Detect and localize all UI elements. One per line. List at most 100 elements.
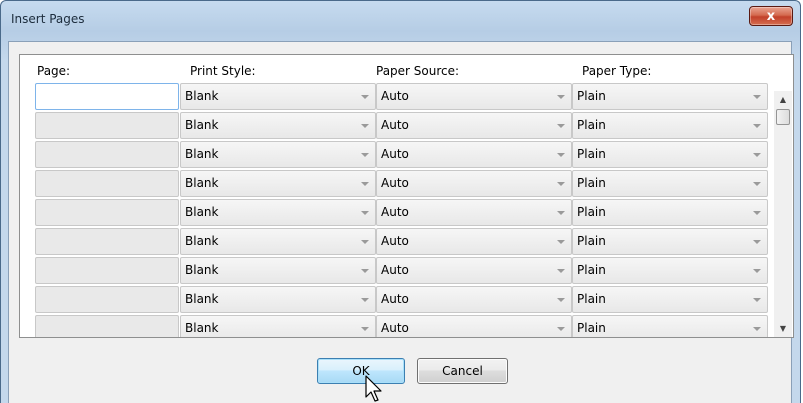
column-header-page: Page: bbox=[37, 64, 71, 78]
print-style-select[interactable]: Blank bbox=[180, 315, 376, 337]
paper-source-select[interactable]: Auto bbox=[376, 170, 572, 197]
print-style-select[interactable]: Blank bbox=[180, 112, 376, 139]
chevron-down-icon bbox=[557, 327, 565, 331]
paper-type-select[interactable]: Plain bbox=[572, 83, 768, 110]
print-style-select[interactable]: Blank bbox=[180, 170, 376, 197]
table-row: Blank Auto Plain bbox=[20, 315, 780, 337]
paper-type-select[interactable]: Plain bbox=[572, 112, 768, 139]
close-icon: x bbox=[766, 8, 776, 24]
paper-source-value: Auto bbox=[381, 292, 409, 306]
chevron-down-icon bbox=[557, 153, 565, 157]
page-field[interactable] bbox=[35, 112, 179, 139]
insert-pages-dialog: Insert Pages x Page: Print Style: Paper … bbox=[0, 0, 801, 403]
chevron-down-icon bbox=[557, 240, 565, 244]
paper-type-select[interactable]: Plain bbox=[572, 315, 768, 337]
chevron-down-icon bbox=[557, 95, 565, 99]
page-field[interactable] bbox=[35, 286, 179, 313]
print-style-value: Blank bbox=[185, 118, 219, 132]
paper-source-select[interactable]: Auto bbox=[376, 112, 572, 139]
chevron-down-icon bbox=[361, 182, 369, 186]
column-header-paper-source: Paper Source: bbox=[376, 64, 460, 78]
chevron-down-icon bbox=[361, 95, 369, 99]
paper-source-value: Auto bbox=[381, 89, 409, 103]
paper-source-value: Auto bbox=[381, 176, 409, 190]
chevron-down-icon bbox=[753, 327, 761, 331]
paper-type-value: Plain bbox=[577, 118, 606, 132]
chevron-down-icon bbox=[753, 211, 761, 215]
paper-type-value: Plain bbox=[577, 89, 606, 103]
paper-type-select[interactable]: Plain bbox=[572, 257, 768, 284]
print-style-value: Blank bbox=[185, 147, 219, 161]
chevron-down-icon bbox=[361, 298, 369, 302]
print-style-select[interactable]: Blank bbox=[180, 83, 376, 110]
column-header-print-style: Print Style: bbox=[190, 64, 256, 78]
dialog-title: Insert Pages bbox=[11, 12, 85, 26]
close-button[interactable]: x bbox=[749, 6, 793, 26]
paper-source-select[interactable]: Auto bbox=[376, 199, 572, 226]
scroll-up-arrow-icon[interactable]: ▲ bbox=[774, 91, 792, 108]
page-field[interactable] bbox=[35, 228, 179, 255]
paper-type-select[interactable]: Plain bbox=[572, 286, 768, 313]
paper-source-select[interactable]: Auto bbox=[376, 83, 572, 110]
page-field[interactable] bbox=[35, 83, 179, 110]
paper-type-value: Plain bbox=[577, 205, 606, 219]
page-field[interactable] bbox=[35, 199, 179, 226]
paper-type-value: Plain bbox=[577, 263, 606, 277]
cancel-button[interactable]: Cancel bbox=[417, 358, 508, 384]
print-style-value: Blank bbox=[185, 89, 219, 103]
chevron-down-icon bbox=[557, 124, 565, 128]
paper-source-select[interactable]: Auto bbox=[376, 286, 572, 313]
paper-type-select[interactable]: Plain bbox=[572, 228, 768, 255]
chevron-down-icon bbox=[753, 240, 761, 244]
scroll-down-arrow-icon[interactable]: ▼ bbox=[774, 320, 792, 337]
paper-source-select[interactable]: Auto bbox=[376, 228, 572, 255]
chevron-down-icon bbox=[557, 298, 565, 302]
vertical-scrollbar[interactable]: ▲ ▼ bbox=[774, 91, 792, 337]
chevron-down-icon bbox=[361, 153, 369, 157]
print-style-select[interactable]: Blank bbox=[180, 228, 376, 255]
paper-source-value: Auto bbox=[381, 263, 409, 277]
chevron-down-icon bbox=[753, 124, 761, 128]
chevron-down-icon bbox=[361, 240, 369, 244]
paper-type-select[interactable]: Plain bbox=[572, 141, 768, 168]
print-style-select[interactable]: Blank bbox=[180, 141, 376, 168]
table-row: Blank Auto Plain bbox=[20, 257, 780, 286]
paper-source-select[interactable]: Auto bbox=[376, 141, 572, 168]
paper-type-value: Plain bbox=[577, 321, 606, 335]
page-field[interactable] bbox=[35, 315, 179, 337]
print-style-value: Blank bbox=[185, 321, 219, 335]
table-row: Blank Auto Plain bbox=[20, 141, 780, 170]
chevron-down-icon bbox=[361, 327, 369, 331]
print-style-select[interactable]: Blank bbox=[180, 199, 376, 226]
print-style-value: Blank bbox=[185, 205, 219, 219]
paper-type-select[interactable]: Plain bbox=[572, 170, 768, 197]
table-row: Blank Auto Plain bbox=[20, 83, 780, 112]
title-bar[interactable]: Insert Pages x bbox=[1, 1, 800, 41]
print-style-select[interactable]: Blank bbox=[180, 286, 376, 313]
paper-source-value: Auto bbox=[381, 234, 409, 248]
page-field[interactable] bbox=[35, 141, 179, 168]
paper-type-select[interactable]: Plain bbox=[572, 199, 768, 226]
page-field[interactable] bbox=[35, 170, 179, 197]
paper-source-select[interactable]: Auto bbox=[376, 315, 572, 337]
dialog-body: Page: Print Style: Paper Source: Paper T… bbox=[8, 41, 794, 403]
paper-source-value: Auto bbox=[381, 205, 409, 219]
page-settings-panel: Page: Print Style: Paper Source: Paper T… bbox=[19, 54, 794, 338]
page-field[interactable] bbox=[35, 257, 179, 284]
print-style-select[interactable]: Blank bbox=[180, 257, 376, 284]
chevron-down-icon bbox=[557, 269, 565, 273]
chevron-down-icon bbox=[753, 298, 761, 302]
chevron-down-icon bbox=[753, 269, 761, 273]
chevron-down-icon bbox=[753, 182, 761, 186]
table-row: Blank Auto Plain bbox=[20, 112, 780, 141]
chevron-down-icon bbox=[361, 124, 369, 128]
scrollbar-thumb[interactable] bbox=[776, 109, 790, 125]
chevron-down-icon bbox=[753, 95, 761, 99]
paper-source-select[interactable]: Auto bbox=[376, 257, 572, 284]
table-row: Blank Auto Plain bbox=[20, 170, 780, 199]
table-row: Blank Auto Plain bbox=[20, 286, 780, 315]
column-header-paper-type: Paper Type: bbox=[582, 64, 652, 78]
chevron-down-icon bbox=[361, 211, 369, 215]
mouse-pointer-icon bbox=[365, 375, 382, 402]
print-style-value: Blank bbox=[185, 234, 219, 248]
